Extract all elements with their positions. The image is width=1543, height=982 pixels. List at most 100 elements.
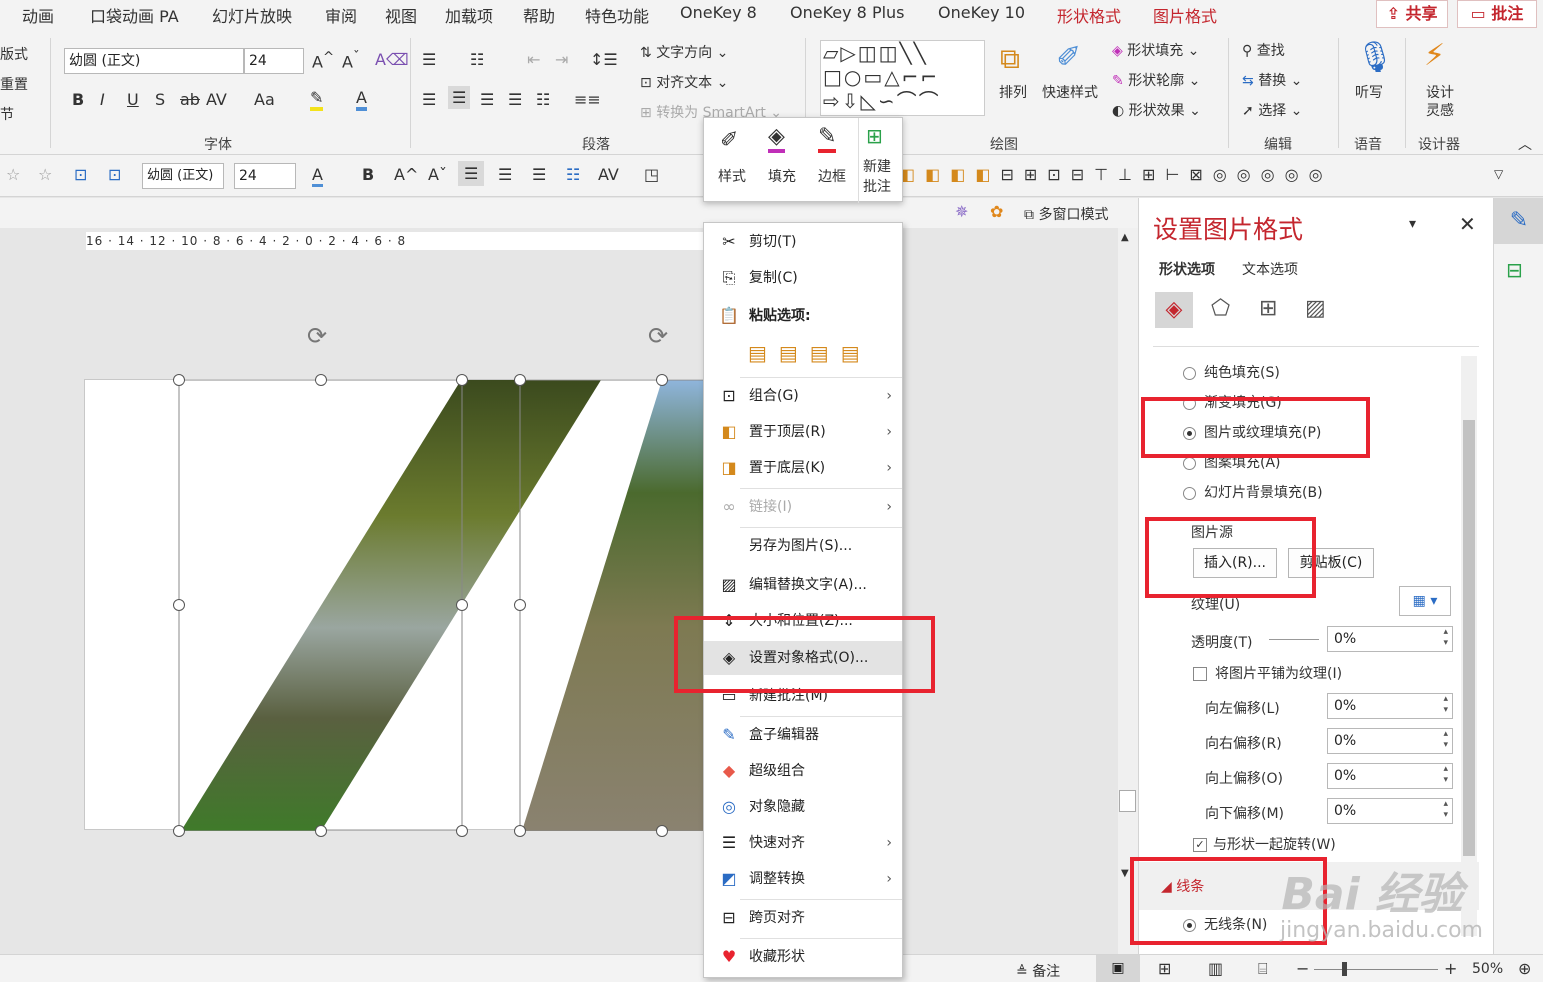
decrease-font-icon[interactable]: Aˇ <box>342 50 360 71</box>
textbox-icon[interactable]: ⊡ <box>74 165 87 184</box>
menu-item-group[interactable]: ⊡ 组合(G) › <box>704 379 902 413</box>
collapse-ribbon-icon[interactable]: ︿ <box>1518 134 1532 154</box>
increase-indent-icon[interactable]: ⇥ <box>555 50 568 69</box>
design-ideas-label-1[interactable]: 设计 <box>1426 82 1454 102</box>
style-label[interactable]: 样式 <box>718 166 746 186</box>
resize-handle[interactable] <box>315 825 327 837</box>
rotate-handle-icon[interactable]: ⟳ <box>307 322 327 350</box>
zoom-out-icon[interactable]: − <box>1296 959 1309 978</box>
reset-button[interactable]: 重置 <box>0 74 28 94</box>
menu-item-cross-page-align[interactable]: ⊟ 跨页对齐 <box>704 901 902 935</box>
tab-help[interactable]: 帮助 <box>523 3 555 27</box>
char-spacing-icon[interactable]: AV <box>206 90 227 109</box>
resize-handle[interactable] <box>173 374 185 386</box>
parallelogram-waterfall-image[interactable] <box>181 380 601 831</box>
outline-icon[interactable]: ✎ <box>818 124 837 153</box>
align-text-button[interactable]: ⊡ 对齐文本 ⌄ <box>640 72 728 92</box>
fit-slide-icon[interactable]: ⊕ <box>1518 959 1531 978</box>
quick-styles-icon[interactable]: ✐ <box>1056 40 1081 75</box>
slide[interactable]: ⟳ ⟳ <box>84 322 715 837</box>
find-button[interactable]: ⚲ 查找 <box>1242 40 1285 60</box>
menu-item-transform[interactable]: ◩ 调整转换 › <box>704 862 902 896</box>
toolbar-font-name[interactable]: 幼圆 (正文) <box>142 163 224 189</box>
new-comment-icon[interactable]: ⊞ <box>866 124 883 148</box>
tab-animation[interactable]: 动画 <box>22 3 54 27</box>
offset-right-input[interactable]: 0% <box>1327 728 1453 754</box>
vertical-scrollbar[interactable]: ▲ ▼ <box>1118 228 1138 954</box>
radio-button[interactable] <box>1183 456 1196 470</box>
toolbar-distribute-icon[interactable]: ☷ <box>566 165 580 184</box>
toolbar-align-right-icon[interactable]: ☰ <box>532 165 546 184</box>
new-comment-label-1[interactable]: 新建 <box>863 156 891 176</box>
shape-outline-button[interactable]: ✎ 形状轮廓 ⌄ <box>1112 70 1200 90</box>
underline-icon[interactable]: U <box>127 90 139 109</box>
bullets-icon[interactable]: ☰ <box>422 50 436 69</box>
select-button[interactable]: ➚ 选择 ⌄ <box>1242 100 1302 120</box>
toolbar-spacing-icon[interactable]: AV <box>598 165 619 184</box>
tab-review[interactable]: 审阅 <box>325 3 357 27</box>
tab-onekey8plus[interactable]: OneKey 8 Plus <box>790 3 905 22</box>
menu-item-cut[interactable]: ✂ 剪切(T) <box>704 225 902 259</box>
pane-options-icon[interactable]: ▾ <box>1409 216 1416 232</box>
toolbar-font-color-icon[interactable]: A <box>312 165 323 187</box>
menu-item-super-group[interactable]: ◆ 超级组合 <box>704 754 902 788</box>
new-comment-label-2[interactable]: 批注 <box>863 176 891 196</box>
numbering-icon[interactable]: ☷ <box>470 50 484 69</box>
toolbar-align-justify-icon[interactable]: ☰ <box>498 165 512 184</box>
slideshow-view-icon[interactable]: ⌸ <box>1258 959 1268 979</box>
font-name-select[interactable]: 幼圆 (正文) <box>64 48 244 74</box>
transparency-slider[interactable] <box>1269 639 1319 640</box>
menu-item-bring-front[interactable]: ◧ 置于顶层(R) › <box>704 415 902 449</box>
tab-slideshow[interactable]: 幻灯片放映 <box>212 3 292 27</box>
format-pane-toggle-icon[interactable]: ✎ <box>1494 198 1543 244</box>
menu-item-copy[interactable]: ⎘ 复制(C) <box>704 261 902 295</box>
menu-item-link[interactable]: ∞ 链接(I) › <box>704 490 902 524</box>
shape-effect-button[interactable]: ◐ 形状效果 ⌄ <box>1112 100 1201 120</box>
resize-handle[interactable] <box>456 374 468 386</box>
menu-item-send-back[interactable]: ◨ 置于底层(K) › <box>704 451 902 485</box>
rotate-handle-icon[interactable]: ⟳ <box>648 322 668 350</box>
sparkle-icon[interactable]: ✵ <box>955 202 968 221</box>
section-button[interactable]: 节 <box>0 104 14 124</box>
tab-shape-options[interactable]: 形状选项 <box>1159 259 1215 279</box>
pane-scroll-thumb[interactable] <box>1463 420 1475 856</box>
layout-button[interactable]: 版式 <box>0 44 28 64</box>
text-direction-button[interactable]: ⇅ 文字方向 ⌄ <box>640 42 728 62</box>
share-button[interactable]: ⇪ 共享 <box>1376 0 1448 28</box>
tab-addins[interactable]: 加载项 <box>445 3 493 27</box>
toolbar-shrink-font-icon[interactable]: Aˇ <box>428 165 447 184</box>
style-icon[interactable]: ✐ <box>720 128 738 153</box>
toolbar-more-icon[interactable]: ▽ <box>1494 167 1503 181</box>
menu-item-hide-object[interactable]: ◎ 对象隐藏 <box>704 790 902 824</box>
font-color-icon[interactable]: A <box>356 88 367 111</box>
italic-icon[interactable]: I <box>100 90 105 109</box>
resize-handle[interactable] <box>173 599 185 611</box>
offset-top-input[interactable]: 0% <box>1327 763 1453 789</box>
tab-view[interactable]: 视图 <box>385 3 417 27</box>
transparency-input[interactable]: 0% <box>1327 626 1453 652</box>
texture-picker[interactable]: ▦ ▾ <box>1399 586 1451 616</box>
zoom-in-icon[interactable]: + <box>1444 959 1457 978</box>
size-properties-icon[interactable]: ⊞ <box>1259 296 1277 321</box>
star-icon[interactable]: ☆ <box>6 165 20 184</box>
scroll-thumb[interactable] <box>1119 790 1136 812</box>
menu-item-quick-align[interactable]: ☰ 快速对齐 › <box>704 826 902 860</box>
toolbar-bold-icon[interactable]: B <box>362 165 374 184</box>
line-spacing-icon[interactable]: ↕☰ <box>590 50 618 69</box>
menu-item-alt-text[interactable]: ▨ 编辑替换文字(A)... <box>704 568 902 602</box>
tab-features[interactable]: 特色功能 <box>585 3 649 27</box>
shape-fill-button[interactable]: ◈ 形状填充 ⌄ <box>1112 40 1199 60</box>
justify-icon[interactable]: ☰ <box>508 90 522 109</box>
tab-onekey8[interactable]: OneKey 8 <box>680 3 757 22</box>
decrease-indent-icon[interactable]: ⇤ <box>527 50 540 69</box>
font-size-select[interactable]: 24 <box>244 48 304 74</box>
picture-icon[interactable]: ▨ <box>1305 296 1326 321</box>
change-case-icon[interactable]: Aa <box>254 90 275 109</box>
reading-view-icon[interactable]: ▥ <box>1208 959 1223 978</box>
menu-item-save-as-picture[interactable]: 另存为图片(S)... <box>704 529 902 563</box>
zoom-thumb[interactable] <box>1342 962 1347 976</box>
align-tool-icon[interactable]: ⊟ <box>1506 258 1523 282</box>
tab-text-options[interactable]: 文本选项 <box>1242 259 1298 279</box>
toolbar-grow-font-icon[interactable]: A^ <box>394 165 418 184</box>
scroll-down-icon[interactable]: ▼ <box>1121 868 1129 879</box>
